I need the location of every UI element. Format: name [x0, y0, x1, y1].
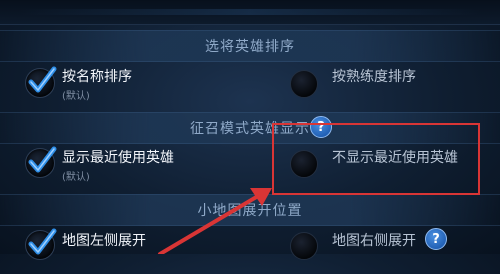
annotation-arrow-icon	[158, 188, 272, 254]
